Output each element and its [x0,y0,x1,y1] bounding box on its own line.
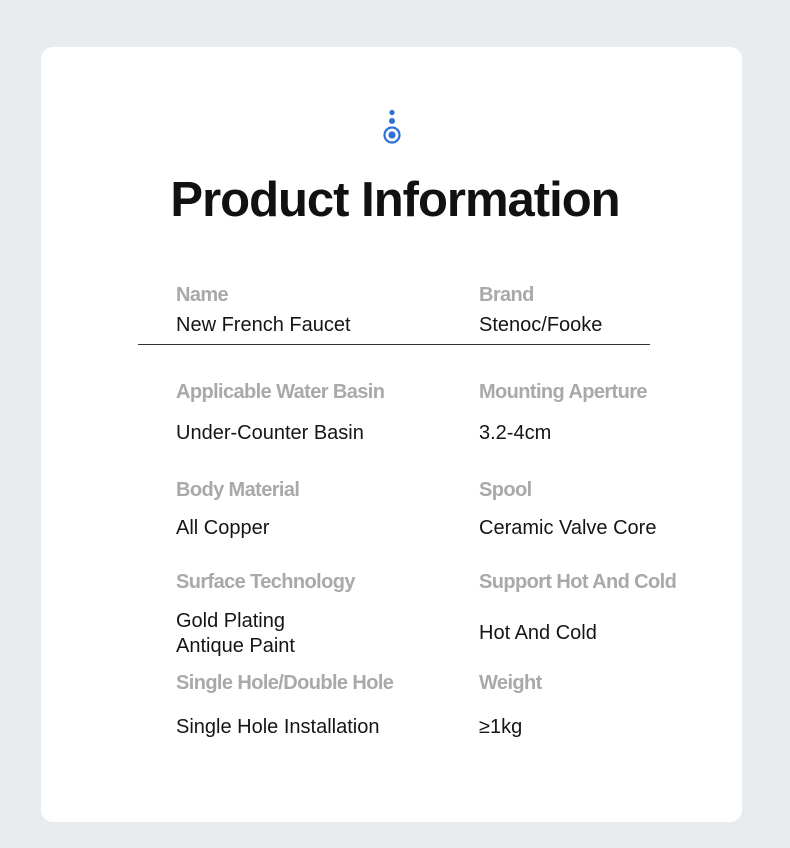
spec-value-weight: ≥1kg [479,716,523,738]
water-drop-dot-icon [383,109,401,144]
spec-value-surface-technology-line1: Gold Plating [176,610,285,632]
spec-label-weight: Weight [479,672,542,694]
spec-label-water-basin: Applicable Water Basin [176,381,385,403]
spec-value-hole-type: Single Hole Installation [176,716,380,738]
spec-value-surface-technology-line2: Antique Paint [176,635,295,657]
spec-value-brand: Stenoc/Fooke [479,314,603,336]
spec-value-name: New French Faucet [176,314,351,336]
spec-value-mounting-aperture: 3.2-4cm [479,422,552,444]
spec-value-hot-cold: Hot And Cold [479,622,597,644]
spec-label-name: Name [176,284,229,306]
spec-label-body-material: Body Material [176,479,300,501]
spec-label-hole-type: Single Hole/Double Hole [176,672,394,694]
spec-value-spool: Ceramic Valve Core [479,517,657,539]
spec-label-surface-technology: Surface Technology [176,571,355,593]
spec-label-mounting-aperture: Mounting Aperture [479,381,648,403]
spec-label-spool: Spool [479,479,532,501]
spec-value-body-material: All Copper [176,517,270,539]
spec-label-hot-cold: Support Hot And Cold [479,571,677,593]
spec-label-brand: Brand [479,284,534,306]
section-divider [138,344,650,345]
spec-value-water-basin: Under-Counter Basin [176,422,364,444]
product-info-card [41,47,742,822]
page-title: Product Information [170,173,620,227]
